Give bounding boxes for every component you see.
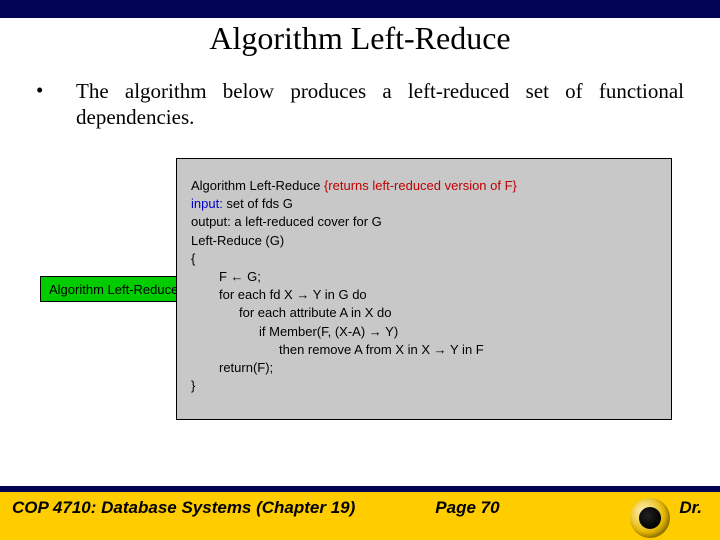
- body-text: • The algorithm below produces a left-re…: [36, 78, 684, 131]
- background-label-text: Algorithm Left-Reduce: [49, 282, 178, 297]
- top-band: [0, 0, 720, 18]
- algo-line-12: }: [191, 377, 657, 395]
- algo-input-text: set of fds G: [223, 196, 293, 211]
- algo-line-9: if Member(F, (X-A) → Y): [191, 323, 657, 341]
- footer-author: Dr.: [679, 498, 708, 518]
- algo-line-5: {: [191, 250, 657, 268]
- footer-bar: COP 4710: Database Systems (Chapter 19) …: [0, 486, 720, 540]
- algo-line-1: Algorithm Left-Reduce {returns left-redu…: [191, 177, 657, 195]
- footer-page: Page 70: [435, 498, 499, 518]
- algo-line-6: F ← G;: [191, 268, 657, 286]
- algo-name: Algorithm Left-Reduce: [191, 178, 324, 193]
- algo-line-10: then remove A from X in X → Y in F: [191, 341, 657, 359]
- bullet: •: [36, 78, 76, 103]
- algo-comment: {returns left-reduced version of F}: [324, 178, 517, 193]
- algo-line-7: for each fd X → Y in G do: [191, 286, 657, 304]
- algorithm-box: Algorithm Left-Reduce {returns left-redu…: [176, 158, 672, 420]
- slide-title: Algorithm Left-Reduce: [0, 20, 720, 57]
- algo-input-kw: input:: [191, 196, 223, 211]
- body-paragraph: The algorithm below produces a left-redu…: [76, 78, 684, 131]
- algo-line-4: Left-Reduce (G): [191, 232, 657, 250]
- algo-line-8: for each attribute A in X do: [191, 304, 657, 322]
- algo-line-2: input: set of fds G: [191, 195, 657, 213]
- footer-course: COP 4710: Database Systems (Chapter 19): [12, 498, 355, 518]
- algo-line-3: output: a left-reduced cover for G: [191, 213, 657, 231]
- algo-line-11: return(F);: [191, 359, 657, 377]
- ucf-logo-icon: [630, 498, 670, 538]
